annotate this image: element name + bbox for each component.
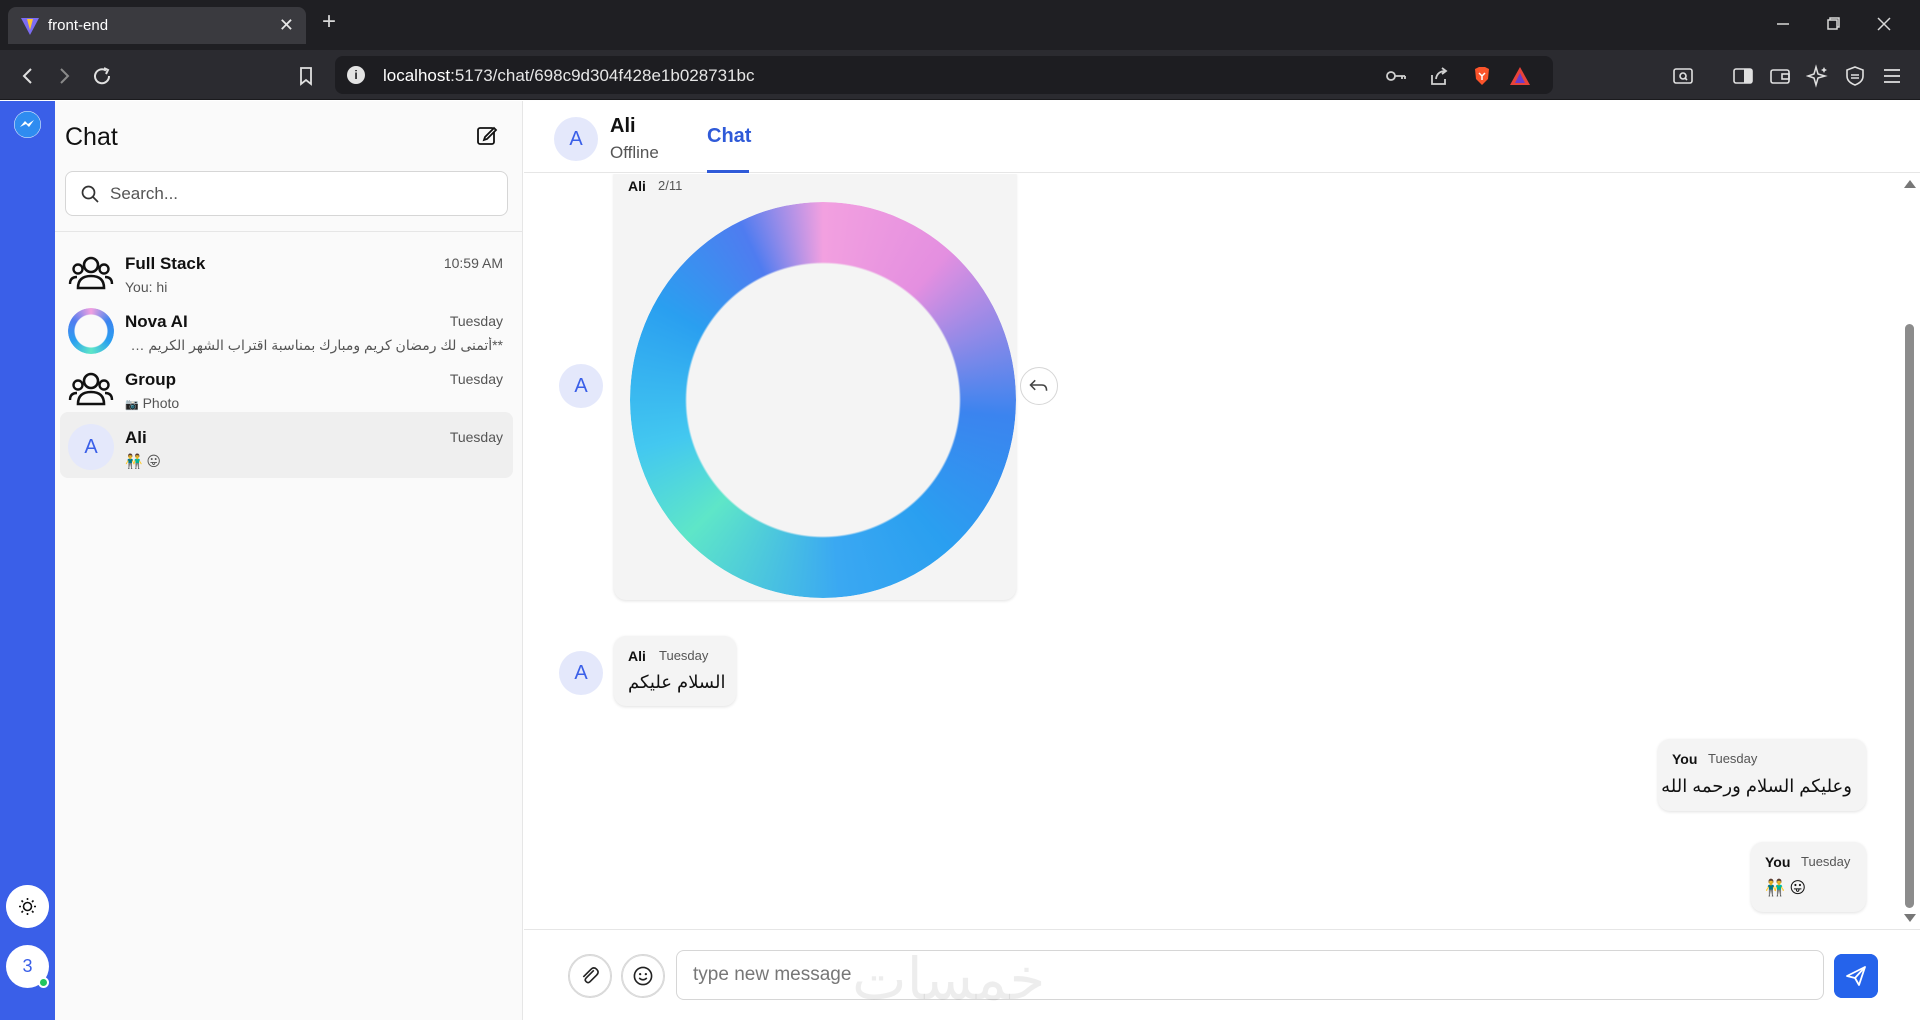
share-icon[interactable] [1428,65,1450,87]
leo-ai-icon[interactable] [1806,64,1830,88]
url-path: :5173/chat/698c9d304f428e1b028731bc [450,66,755,85]
image-message-bubble: Ali 2/11 [614,174,1016,600]
sidebar-toggle-icon[interactable] [1731,64,1755,88]
back-icon[interactable] [16,64,40,88]
scroll-thumb[interactable] [1905,324,1914,908]
group-icon [68,372,114,406]
message-time: Tuesday [1801,854,1851,869]
message-sender: You [1672,751,1698,767]
message-list: A Ali 2/11 A Ali Tuesday السلام عليكم Yo… [524,174,1920,928]
conversation-item-nova-ai[interactable]: Nova AI Tuesday **أتمنى لك رمضان كريم وم… [60,296,513,362]
forward-icon[interactable] [52,64,76,88]
ring-logo-icon [68,308,114,354]
vpn-shield-icon[interactable] [1843,64,1867,88]
ring-image[interactable] [630,202,1016,598]
app-rail: 3 [0,101,55,1020]
messenger-logo-icon[interactable] [14,111,41,138]
tab-title: front-end [48,17,109,34]
conversation-preview-text: Photo [142,395,180,411]
key-icon[interactable] [1385,65,1407,87]
message-text: السلام عليكم [628,672,726,692]
message-avatar: A [559,651,603,695]
address-bar[interactable]: i localhost:5173/chat/698c9d304f428e1b02… [335,56,1553,94]
browser-titlebar: front-end ✕ + [0,0,1920,50]
contact-avatar[interactable]: A [554,117,598,161]
message-sender: Ali [628,648,646,664]
close-window-icon[interactable] [1872,12,1896,36]
message-sender: Ali [628,178,646,194]
group-icon [68,256,114,290]
conversation-name: Ali [125,428,147,447]
search-input[interactable] [110,172,500,215]
vite-logo-icon [21,18,39,35]
minimize-icon[interactable] [1771,12,1795,36]
site-info-icon[interactable]: i [347,66,365,84]
avatar: A [68,424,114,470]
message-avatar: A [559,364,603,408]
reload-icon[interactable] [90,64,114,88]
contact-status: Offline [610,143,659,162]
brave-rewards-icon[interactable] [1509,65,1531,87]
message-time: Tuesday [659,648,709,663]
attach-icon[interactable] [568,954,612,998]
emoji-icon[interactable] [621,954,665,998]
new-tab-button[interactable]: + [322,10,336,34]
tab-chat[interactable]: Chat [707,125,751,148]
search-icon [81,185,99,203]
conversation-preview: You: hi [125,279,168,295]
search-box [65,171,508,216]
contact-name: Ali [610,115,636,137]
conversation-time: Tuesday [449,429,503,445]
scroll-down-arrow-icon[interactable] [1904,914,1916,922]
browser-tab[interactable]: front-end ✕ [8,7,306,44]
conversation-name: Full Stack [125,254,206,273]
active-tab-indicator [707,170,749,173]
close-tab-icon[interactable]: ✕ [279,15,294,36]
conversation-preview: 👬 😛 [125,453,161,469]
message-scrollbar[interactable] [1900,174,1920,928]
url-text: localhost:5173/chat/698c9d304f428e1b0287… [383,66,755,86]
bookmark-icon[interactable] [294,64,318,88]
conversation-preview: **أتمنى لك رمضان كريم ومبارك بمناسبة اقت… [125,337,503,353]
theme-toggle-icon[interactable] [6,885,49,928]
message-bubble: Ali Tuesday السلام عليكم [614,636,736,706]
message-field [676,950,1824,1000]
message-text: وعليكم السلام ورحمه الله [1661,776,1852,796]
conversation-name: Group [125,370,176,389]
message-input[interactable] [693,951,1813,999]
chat-header: A Ali Offline Chat [524,101,1920,173]
own-message-bubble: You Tuesday 👬 😛 [1751,842,1866,912]
conversation-item-ali[interactable]: A Ali Tuesday 👬 😛 [60,412,513,478]
conversation-time: 10:59 AM [443,255,503,271]
camera-icon: 📷 [125,399,139,411]
conversation-sidebar: Chat Full Stack 10:59 AM You: hi Nova AI… [55,101,523,1020]
conversation-time: Tuesday [449,371,503,387]
conversation-item-full-stack[interactable]: Full Stack 10:59 AM You: hi [60,238,513,304]
conversation-preview: 📷 Photo [125,395,503,411]
send-icon[interactable] [1834,954,1878,998]
page-search-icon[interactable] [1671,64,1695,88]
browser-toolbar: i localhost:5173/chat/698c9d304f428e1b02… [0,50,1920,100]
reply-icon[interactable] [1020,367,1058,405]
wallet-icon[interactable] [1768,64,1792,88]
sidebar-title: Chat [65,123,118,151]
url-host: localhost [383,66,451,85]
conversation-name: Nova AI [125,312,188,331]
conversation-item-group[interactable]: Group Tuesday 📷 Photo [60,354,513,420]
compose-icon[interactable] [475,123,499,147]
message-time: Tuesday [1708,751,1758,766]
online-status-dot [38,977,49,988]
divider [55,231,523,232]
message-sender: You [1765,854,1791,870]
message-time: 2/11 [658,178,683,193]
conversation-time: Tuesday [449,313,503,329]
brave-shield-icon[interactable] [1471,65,1493,87]
menu-icon[interactable] [1880,64,1904,88]
message-text: 👬 😛 [1765,880,1807,897]
message-composer [524,929,1920,1020]
own-message-bubble: You Tuesday وعليكم السلام ورحمه الله [1658,739,1866,811]
scroll-up-arrow-icon[interactable] [1904,180,1916,188]
restore-icon[interactable] [1821,12,1845,36]
